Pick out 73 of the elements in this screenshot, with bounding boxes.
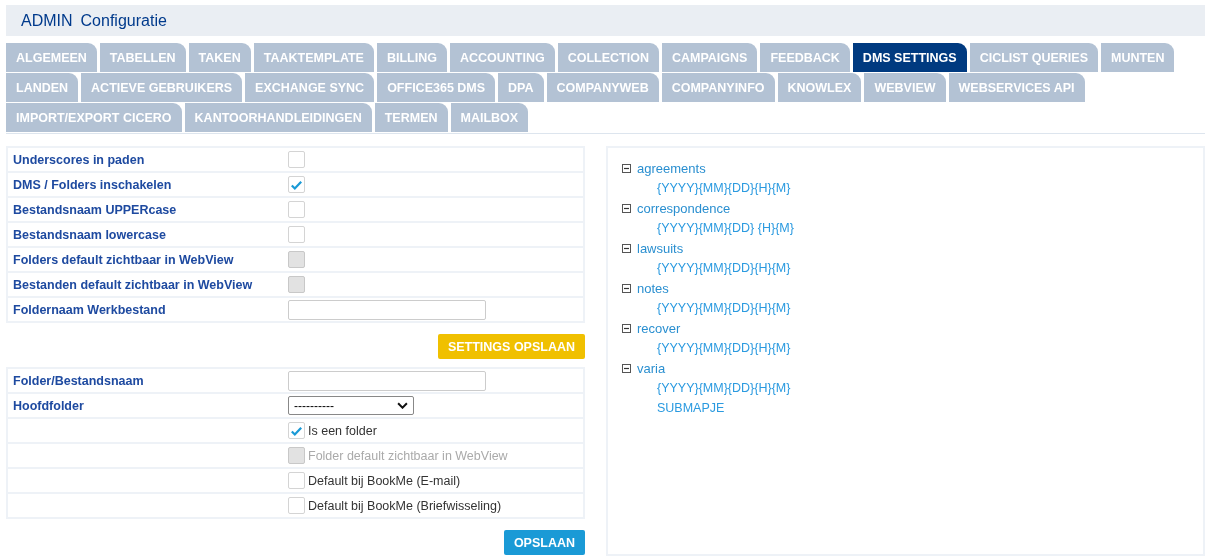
dropdown[interactable]: ---------- xyxy=(288,396,414,415)
tab[interactable]: COMPANYINFO xyxy=(661,73,775,102)
tab[interactable]: LANDEN xyxy=(6,73,79,102)
tab[interactable]: DPA xyxy=(498,73,544,102)
tab[interactable]: DMS SETTINGS xyxy=(852,43,967,72)
setting-label: Foldernaam Werkbestand xyxy=(12,302,167,317)
tree-item[interactable]: varia xyxy=(637,360,666,376)
checkbox-label: Is een folder xyxy=(308,423,377,438)
settings-save-button[interactable]: SETTINGS OPSLAAN xyxy=(437,334,585,359)
checkbox[interactable] xyxy=(288,226,305,243)
checkbox[interactable] xyxy=(288,497,305,514)
page-title: ADMIN xyxy=(21,11,73,30)
tab[interactable]: ALGEMEEN xyxy=(6,43,97,72)
text-field[interactable] xyxy=(288,370,486,391)
tree-item[interactable]: lawsuits xyxy=(637,240,684,256)
tree-item[interactable]: notes xyxy=(637,280,669,296)
tab[interactable]: COMPANYWEB xyxy=(546,73,659,102)
tab[interactable]: OFFICE365 DMS xyxy=(377,73,496,102)
tab[interactable]: ACTIEVE GEBRUIKERS xyxy=(81,73,243,102)
checkbox-label: Default bij BookMe (Briefwisseling) xyxy=(308,498,502,513)
form-label: Hoofdfolder xyxy=(12,398,85,413)
page-title: Configuratie xyxy=(80,11,167,30)
tab[interactable]: KNOWLEX xyxy=(777,73,862,102)
collapse-icon[interactable] xyxy=(622,203,631,213)
tab[interactable]: ACCOUNTING xyxy=(449,43,555,72)
checkbox[interactable] xyxy=(288,151,305,168)
tab[interactable]: WEBSERVICES API xyxy=(948,73,1085,102)
setting-label: Underscores in paden xyxy=(12,152,146,167)
tab[interactable]: FEEDBACK xyxy=(760,43,850,72)
setting-label: Bestandsnaam lowercase xyxy=(12,227,167,242)
setting-label: Folders default zichtbaar in WebView xyxy=(12,252,235,267)
tab[interactable]: TAKEN xyxy=(188,43,251,72)
tab[interactable]: CICLIST QUERIES xyxy=(969,43,1098,72)
checkbox[interactable] xyxy=(288,201,305,218)
tab[interactable]: WEBVIEW xyxy=(864,73,946,102)
tab[interactable]: EXCHANGE SYNC xyxy=(245,73,375,102)
tab[interactable]: TABELLEN xyxy=(99,43,186,72)
tab[interactable]: MUNTEN xyxy=(1100,43,1175,72)
setting-label: DMS / Folders inschakelen xyxy=(12,177,173,192)
setting-label: Bestanden default zichtbaar in WebView xyxy=(12,277,254,292)
form-label: Folder/Bestandsnaam xyxy=(12,373,145,388)
collapse-icon[interactable] xyxy=(622,323,631,333)
chevron-down-icon xyxy=(397,402,408,409)
tab[interactable]: TERMEN xyxy=(374,103,448,132)
tree-item[interactable]: recover xyxy=(637,320,681,336)
collapse-icon[interactable] xyxy=(622,163,631,173)
tab[interactable]: COLLECTION xyxy=(557,43,659,72)
tree-item[interactable]: SUBMAPJE xyxy=(657,401,725,415)
tree-item[interactable]: {YYYY}{MM}{DD}{H}{M} xyxy=(657,381,791,395)
collapse-icon[interactable] xyxy=(622,363,631,373)
tree-item[interactable]: {YYYY}{MM}{DD}{H}{M} xyxy=(657,261,791,275)
checkbox[interactable] xyxy=(288,472,305,489)
tree-item[interactable]: agreements xyxy=(637,160,706,176)
tree-item[interactable]: {YYYY}{MM}{DD} {H}{M} xyxy=(657,221,794,235)
tree-item[interactable]: {YYYY}{MM}{DD}{H}{M} xyxy=(657,181,791,195)
tab[interactable]: TAAKTEMPLATE xyxy=(253,43,374,72)
collapse-icon[interactable] xyxy=(622,283,631,293)
checkbox-label: Default bij BookMe (E-mail) xyxy=(308,473,461,488)
tree-item[interactable]: {YYYY}{MM}{DD}{H}{M} xyxy=(657,301,791,315)
setting-label: Bestandsnaam UPPERcase xyxy=(12,202,178,217)
collapse-icon[interactable] xyxy=(622,243,631,253)
tab[interactable]: BILLING xyxy=(376,43,447,72)
checkbox-label: Folder default zichtbaar in WebView xyxy=(308,448,508,463)
tab[interactable]: IMPORT/EXPORT CICERO xyxy=(6,103,182,132)
tab[interactable]: CAMPAIGNS xyxy=(661,43,758,72)
tab[interactable]: MAILBOX xyxy=(450,103,529,132)
save-button[interactable]: OPSLAAN xyxy=(503,530,585,555)
tree-item[interactable]: {YYYY}{MM}{DD}{H}{M} xyxy=(657,341,791,355)
text-field[interactable] xyxy=(288,299,486,320)
checkbox[interactable] xyxy=(288,176,305,193)
checkbox[interactable] xyxy=(288,422,305,439)
tree-item[interactable]: correspondence xyxy=(637,200,731,216)
tab[interactable]: KANTOORHANDLEIDINGEN xyxy=(184,103,372,132)
